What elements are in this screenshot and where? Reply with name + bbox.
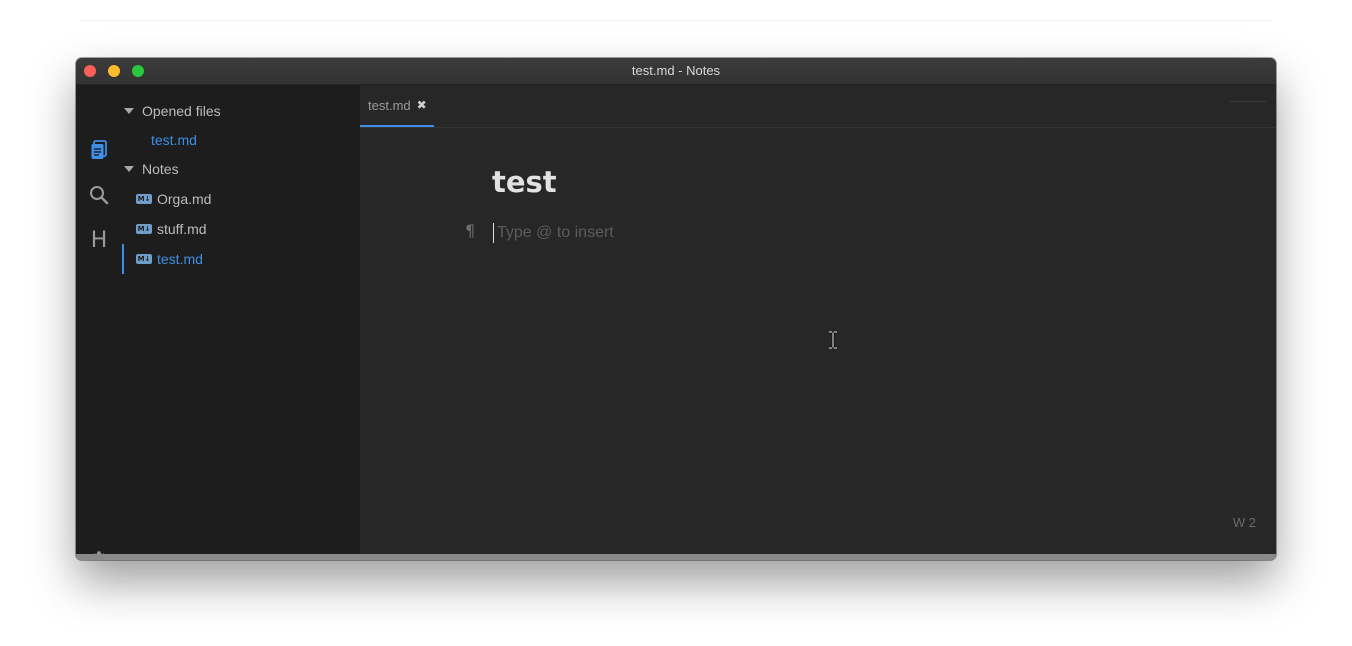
document-heading[interactable]: test [492,165,557,199]
editor-pane: test.md ✖ test ¶ Type @ to insert W 2 [360,85,1276,554]
note-item-test[interactable]: M↓ test.md [136,244,360,274]
opened-files-label: Opened files [142,103,221,119]
note-item-orga[interactable]: M↓ Orga.md [136,184,360,214]
title-bar: test.md - Notes [76,58,1276,85]
paragraph-icon[interactable]: ¶ [465,221,475,240]
markdown-icon: M↓ [136,254,152,264]
top-divider [80,20,1272,21]
note-label: stuff.md [157,221,207,237]
note-item-stuff[interactable]: M↓ stuff.md [136,214,360,244]
tab-label: test.md [368,97,411,113]
chevron-down-icon [124,166,134,172]
app-window: test.md - Notes H Opened files test.md N… [76,58,1276,560]
notes-header[interactable]: Notes [122,154,360,184]
window-bottom-edge [76,554,1276,560]
markdown-icon: M↓ [136,194,152,204]
text-caret [493,223,494,243]
tab-bar-divider [1230,101,1266,102]
file-sidebar: Opened files test.md Notes M↓ Orga.md M↓… [122,85,360,554]
tab-test-md[interactable]: test.md ✖ [360,85,434,127]
editor-placeholder[interactable]: Type @ to insert [497,224,614,242]
word-count: W 2 [1232,515,1256,530]
files-icon[interactable] [88,139,110,161]
opened-file-label: test.md [151,132,197,148]
chevron-down-icon [124,108,134,114]
markdown-icon: M↓ [136,224,152,234]
activity-bar: H [76,85,122,560]
active-item-indicator [122,244,124,274]
note-label: Orga.md [157,191,212,207]
search-icon[interactable] [88,184,110,206]
opened-file-item[interactable]: test.md [151,125,360,155]
headings-icon[interactable]: H [88,228,110,253]
window-title: test.md - Notes [631,63,721,78]
note-label: test.md [157,251,203,267]
notes-label: Notes [142,161,179,177]
tab-bar: test.md ✖ [360,85,1276,128]
ibeam-cursor-icon [828,330,838,350]
close-icon[interactable]: ✖ [417,98,427,112]
opened-files-header[interactable]: Opened files [122,96,360,126]
